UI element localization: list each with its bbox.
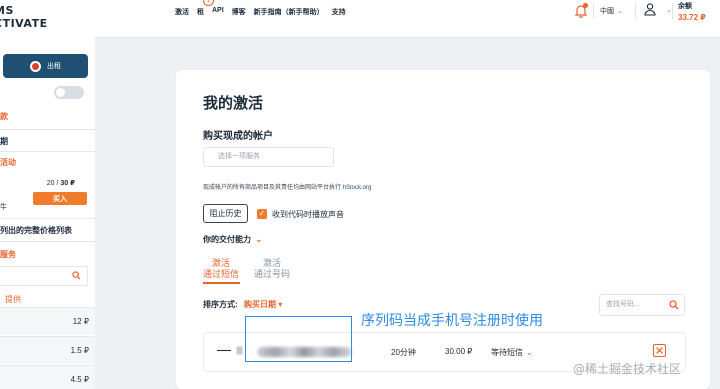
activation-status[interactable]: 等待短信 ⌄	[491, 347, 533, 358]
balance-value[interactable]: 33.72 ₽	[678, 13, 706, 22]
delivery-dropdown[interactable]: 你的交付能力 ⌄	[203, 234, 263, 245]
sidebar-search-input[interactable]	[0, 266, 88, 286]
close-icon[interactable]	[653, 344, 666, 357]
service-select-input[interactable]: 选择一项服务	[203, 147, 334, 167]
sidebar-link-3[interactable]: 活动	[0, 157, 16, 168]
sort-dropdown[interactable]: 购买日期 ▾	[244, 299, 282, 310]
phone-icon	[236, 346, 243, 355]
search-icon	[72, 271, 81, 280]
sidebar: MS CTIVATE 出租 款 期 活动 20 / 30 ₽ 买入 牛 列出的完…	[0, 0, 95, 389]
search-icon	[669, 300, 679, 310]
price-value: 4.5 ₽	[70, 375, 89, 384]
sidebar-divider	[0, 218, 95, 219]
notification-badge: 1	[203, 0, 214, 6]
sidebar-link-price-list[interactable]: 列出的完整价格列表	[0, 225, 72, 236]
header-divider	[635, 3, 636, 19]
nav-guide[interactable]: 新手指南（新手帮助）	[254, 7, 324, 17]
collapse-dash[interactable]	[217, 350, 231, 351]
block-history-button[interactable]: 阻止历史	[203, 204, 248, 223]
header-divider	[672, 3, 673, 19]
watermark: @稀土掘金技术社区	[573, 362, 682, 376]
rent-label: 出租	[47, 63, 61, 70]
sort-label: 排序方式:	[203, 300, 238, 309]
price-value: 12 ₽	[72, 317, 89, 326]
hstock-link[interactable]: hStock.org	[343, 185, 372, 191]
disclaimer-note: 现成帐户的所有商品项目及其责任均由网站平台执行 hStock.org	[203, 185, 372, 191]
number-search-input[interactable]: 查找号码...	[599, 294, 685, 316]
price-row[interactable]: 4.5 ₽	[0, 365, 95, 389]
nav-api[interactable]: API	[212, 7, 224, 17]
activity-counter: 20 / 30 ₽	[46, 180, 75, 187]
activation-duration: 20分钟	[391, 348, 416, 357]
user-icon[interactable]	[643, 2, 657, 16]
nav-rent[interactable]: 租	[197, 7, 204, 17]
chevron-down-icon: ⌄	[255, 234, 263, 244]
activation-price: 30.00 ₽	[445, 347, 473, 356]
buy-button[interactable]: 买入	[33, 192, 87, 205]
logo-line1: MS	[0, 4, 14, 17]
chevron-down-icon: ⌄	[526, 348, 533, 357]
tab-number-activation[interactable]: 激活 通过号码	[254, 258, 290, 280]
sound-checkbox[interactable]: ✓	[257, 209, 267, 219]
sidebar-divider	[0, 129, 95, 130]
sidebar-divider	[0, 241, 95, 242]
top-header: 激活 租 API 博客 新手指南（新手帮助） 支持 1 中國 ⌄ ⌄ 余额 33.…	[95, 0, 720, 38]
sidebar-provider-link[interactable]: 提供	[5, 294, 21, 305]
main-nav: 激活 租 API 博客 新手指南（新手帮助） 支持	[175, 7, 346, 17]
price-row[interactable]: 1.5 ₽	[0, 336, 95, 364]
language-value: 中國	[600, 8, 614, 15]
tab-sms-activation[interactable]: 激活 通过短信	[203, 258, 239, 280]
header-divider	[593, 3, 594, 19]
annotation-text: 序列码当成手机号注册时使用	[361, 313, 543, 329]
page-title: 我的激活	[203, 95, 264, 112]
section-title: 购买现成的帐户	[203, 131, 273, 142]
sidebar-link-2[interactable]: 期	[0, 136, 8, 147]
price-value: 1.5 ₽	[70, 346, 89, 355]
logo[interactable]: MS CTIVATE	[0, 4, 48, 30]
active-tab-indicator	[203, 282, 240, 284]
sidebar-divider	[0, 151, 95, 152]
annotation-box	[245, 316, 352, 362]
sound-checkbox-label: 收到代码时播放声音	[272, 210, 344, 219]
nav-activate[interactable]: 激活	[175, 7, 189, 17]
sidebar-link-services[interactable]: 服务	[0, 249, 16, 260]
chevron-down-icon[interactable]: ⌄	[666, 6, 672, 14]
logo-line2: CTIVATE	[0, 17, 48, 30]
nav-support[interactable]: 支持	[332, 7, 346, 17]
sidebar-small-text: 牛	[0, 204, 7, 211]
chevron-down-icon: ⌄	[617, 8, 623, 15]
price-row[interactable]: 12 ₽	[0, 307, 95, 335]
sidebar-link-1[interactable]: 款	[0, 111, 8, 122]
rent-button[interactable]: 出租	[3, 54, 88, 78]
nav-blog[interactable]: 博客	[232, 7, 246, 17]
notification-dot	[583, 3, 588, 8]
avatar-icon	[30, 60, 41, 72]
language-select[interactable]: 中國 ⌄	[600, 6, 623, 16]
balance-label: 余额	[678, 3, 692, 10]
theme-toggle[interactable]	[54, 86, 84, 99]
